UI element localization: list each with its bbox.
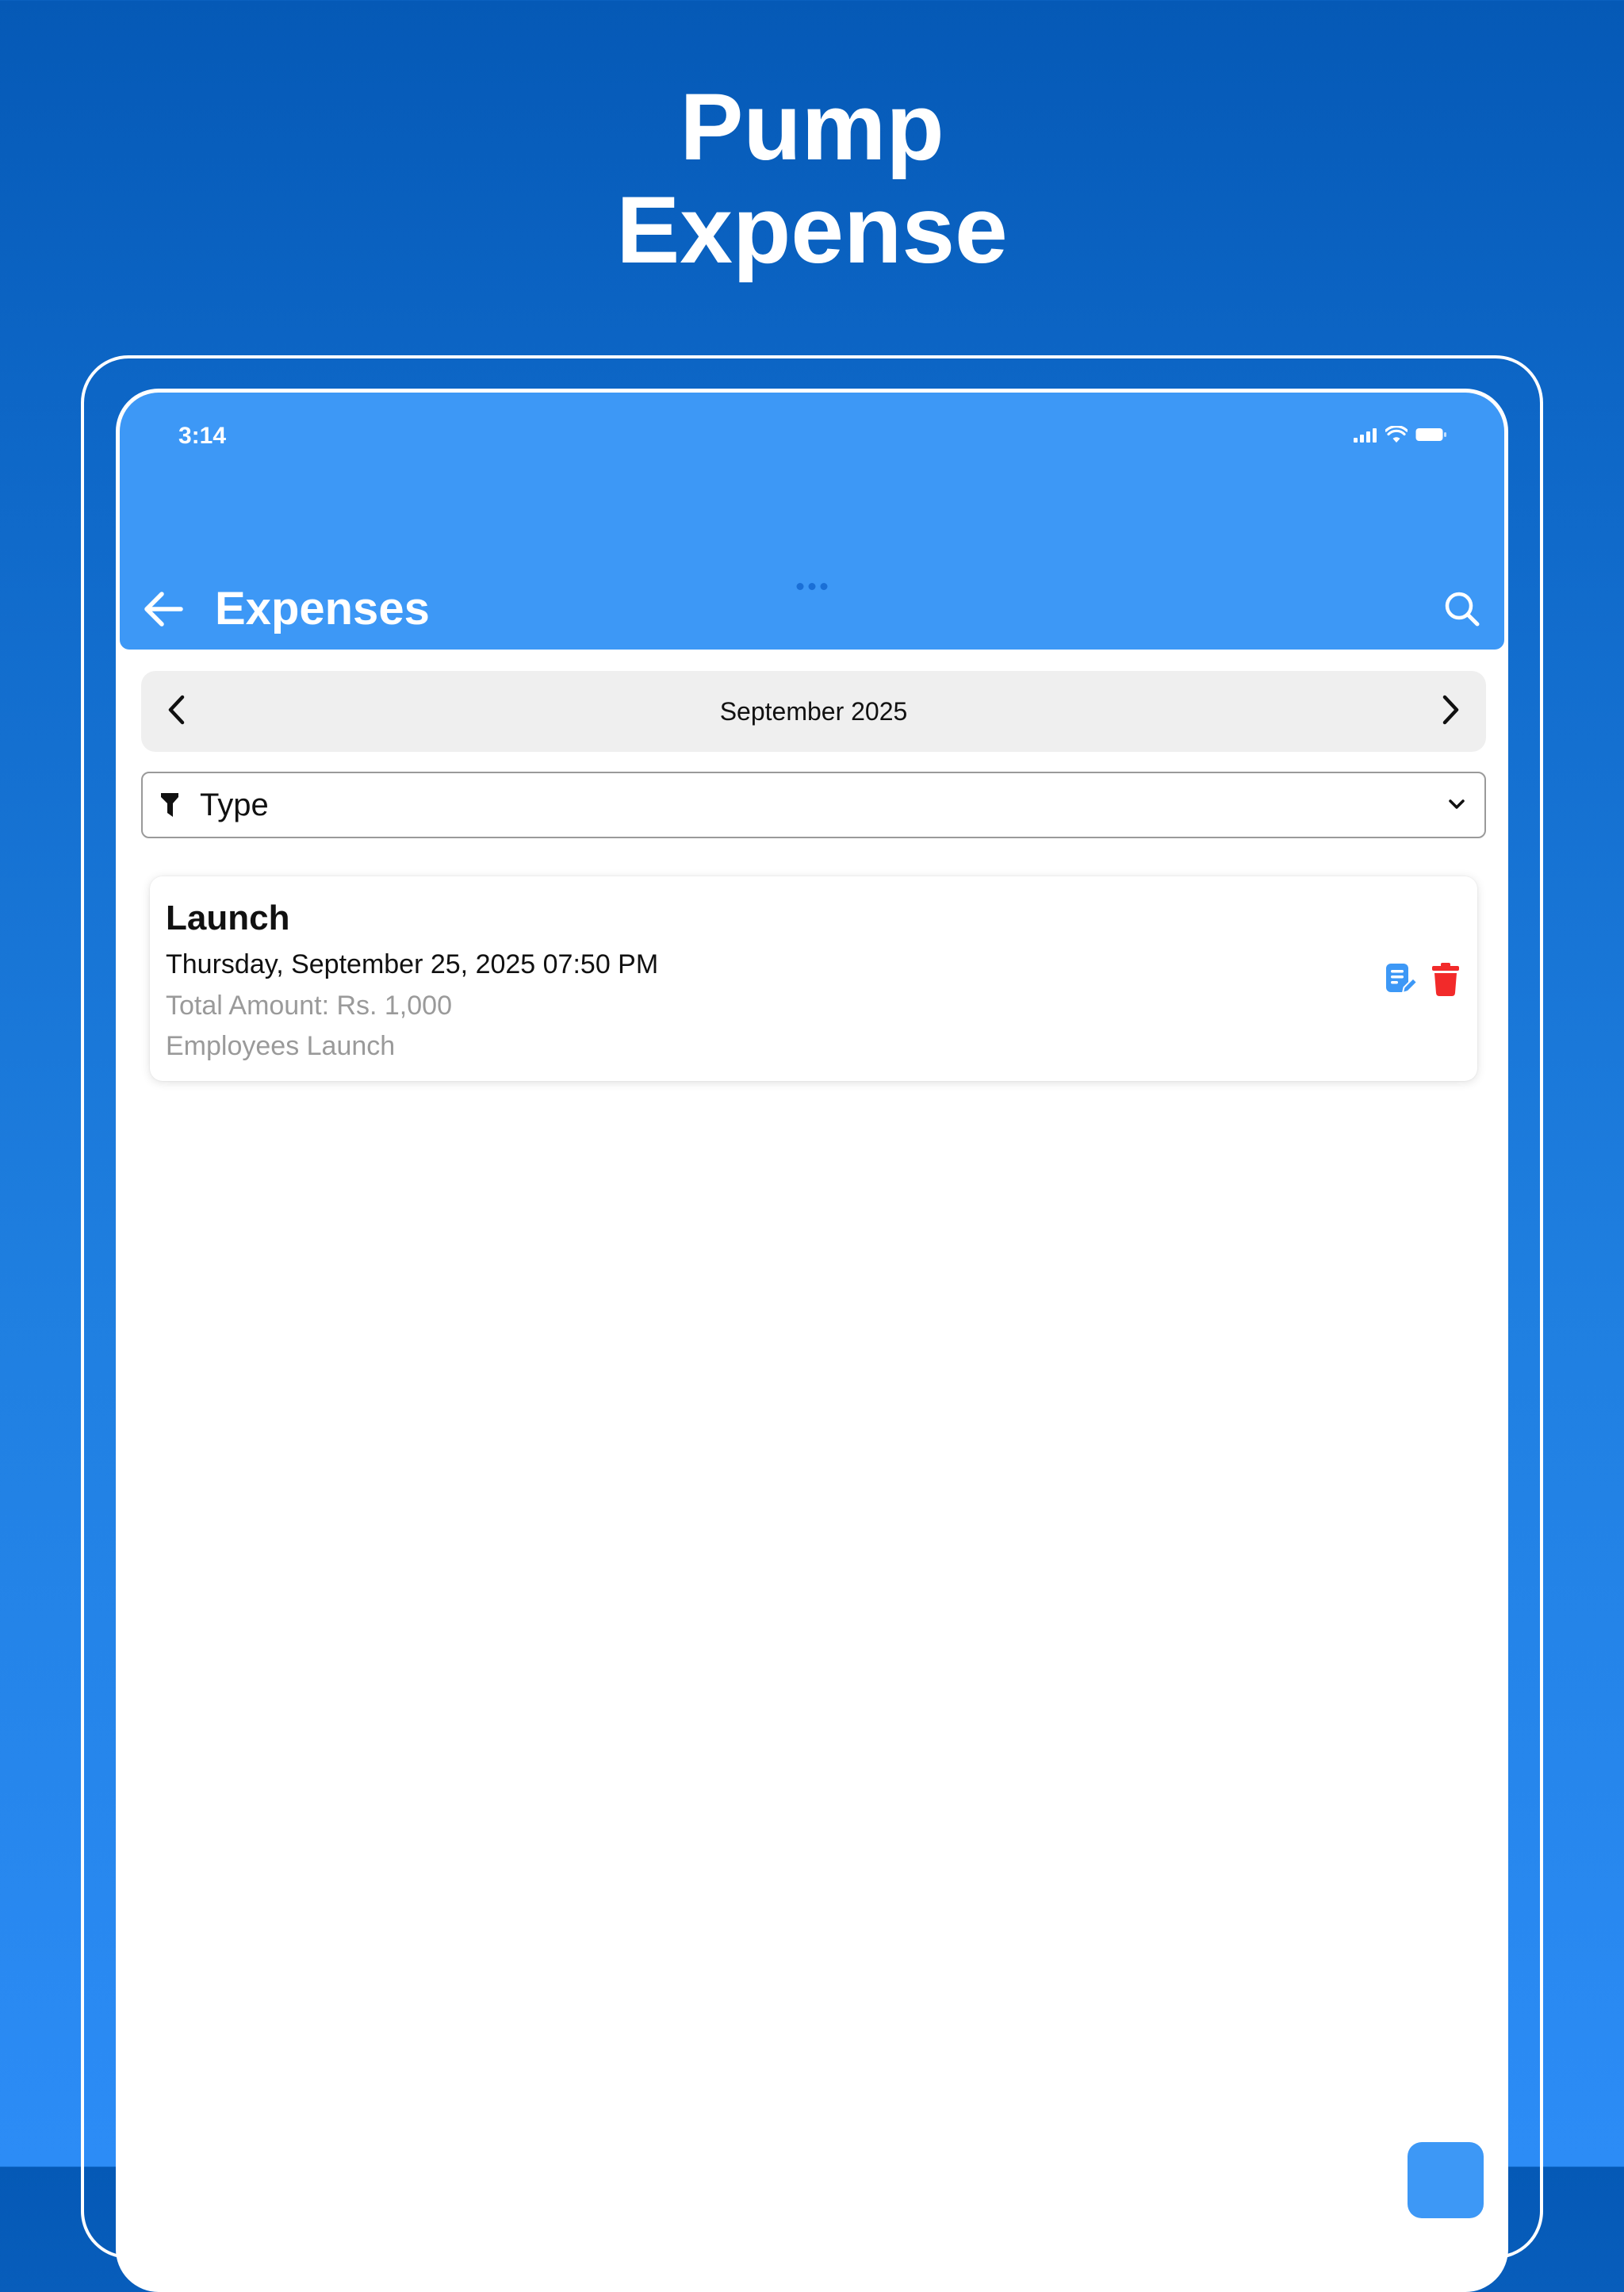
next-month-button[interactable] <box>1423 684 1478 739</box>
filter-icon <box>160 792 179 822</box>
window-handle[interactable] <box>796 583 828 590</box>
chevron-right-icon <box>1440 694 1461 730</box>
previous-month-button[interactable] <box>149 684 205 739</box>
month-label: September 2025 <box>719 697 908 726</box>
expense-title: Launch <box>166 899 290 937</box>
signal-icon <box>1354 427 1377 447</box>
marketing-title-line1: Pump <box>680 74 944 180</box>
back-button[interactable] <box>136 583 191 638</box>
search-icon <box>1444 591 1480 631</box>
marketing-title: Pump Expense <box>0 75 1624 282</box>
arrow-left-icon <box>143 591 184 631</box>
month-selector: September 2025 <box>141 671 1486 752</box>
status-icons <box>1354 425 1447 447</box>
add-expense-button[interactable] <box>1408 2142 1484 2218</box>
type-filter-label: Type <box>200 788 269 822</box>
expense-datetime: Thursday, September 25, 2025 07:50 PM <box>166 949 659 979</box>
wifi-icon <box>1385 425 1408 447</box>
delete-expense-button[interactable] <box>1427 962 1465 1000</box>
search-button[interactable] <box>1434 583 1490 638</box>
edit-icon <box>1385 963 1419 1000</box>
edit-expense-button[interactable] <box>1382 962 1420 1000</box>
app-header: 3:14 Expenses <box>120 393 1504 650</box>
chevron-left-icon <box>167 694 187 730</box>
device-screen: 3:14 Expenses September 2025 Type Launch… <box>116 389 1508 2292</box>
trash-icon <box>1431 962 1460 1000</box>
battery-icon <box>1415 427 1447 447</box>
status-time: 3:14 <box>178 423 227 449</box>
expense-amount: Total Amount: Rs. 1,000 <box>166 991 452 1021</box>
expense-card[interactable]: Launch Thursday, September 25, 2025 07:5… <box>150 876 1477 1081</box>
chevron-down-icon <box>1446 794 1467 818</box>
marketing-title-line2: Expense <box>616 177 1008 283</box>
page-title: Expenses <box>215 583 430 634</box>
expense-note: Employees Launch <box>166 1031 396 1061</box>
type-filter-dropdown[interactable]: Type <box>141 772 1486 838</box>
